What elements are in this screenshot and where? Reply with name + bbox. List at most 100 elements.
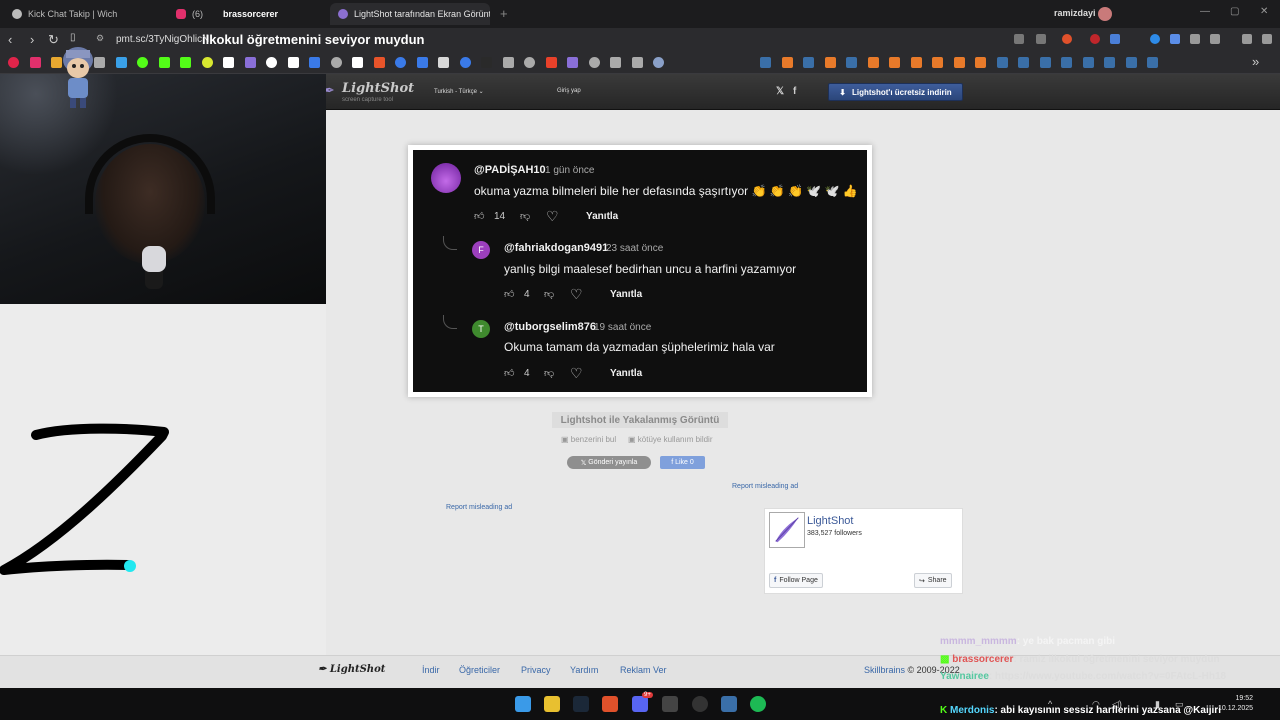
- bookmark-icon[interactable]: [1082, 57, 1094, 68]
- bookmark-icon[interactable]: [846, 57, 857, 68]
- avatar[interactable]: [1098, 7, 1112, 21]
- bookmark-icon[interactable]: [653, 57, 664, 68]
- more-bookmarks-icon[interactable]: »: [1252, 54, 1259, 69]
- bookmark-icon[interactable]: [373, 57, 385, 68]
- bookmark-icon[interactable]: [502, 57, 514, 68]
- bookmark-icon[interactable]: [867, 57, 879, 68]
- bookmark-icon[interactable]: [1018, 57, 1029, 68]
- discord-icon[interactable]: [632, 696, 648, 712]
- bookmark-icon[interactable]: [760, 57, 771, 68]
- spotify-icon[interactable]: [750, 696, 766, 712]
- report-ad-link[interactable]: Report misleading ad: [446, 504, 512, 511]
- back-icon[interactable]: ‹: [8, 32, 12, 47]
- app-icon[interactable]: [721, 696, 737, 712]
- bookmark-icon[interactable]: [953, 57, 965, 68]
- bookmark-icon[interactable]: [545, 57, 557, 68]
- extension-icon[interactable]: [1090, 34, 1100, 44]
- menu-icon[interactable]: [1262, 34, 1272, 44]
- bookmark-icon[interactable]: [309, 57, 320, 68]
- footer-link-help[interactable]: Yardım: [570, 665, 598, 675]
- bookmark-icon[interactable]: [459, 57, 471, 68]
- bookmark-icon[interactable]: [1061, 57, 1072, 68]
- bookmark-icon[interactable]: [996, 57, 1008, 68]
- extension-icon[interactable]: [1170, 34, 1180, 44]
- tweet-button[interactable]: 𝕏 Gönderi yayınla: [567, 456, 651, 469]
- file-explorer-icon[interactable]: [544, 696, 560, 712]
- language-select[interactable]: Turkish - Türkçe ⌄: [434, 88, 484, 95]
- bookmark-icon[interactable]: [1039, 57, 1051, 68]
- bookmark-icon[interactable]: [201, 57, 213, 68]
- bookmark-icon[interactable]: [481, 57, 492, 68]
- bookmark-icon[interactable]: [29, 57, 41, 68]
- new-tab-button[interactable]: +: [500, 6, 508, 21]
- footer-logo[interactable]: ✒ LightShot: [318, 664, 385, 675]
- extension-icon[interactable]: [1150, 34, 1160, 44]
- share-button[interactable]: ↪ Share: [914, 573, 952, 588]
- bookmark-icon[interactable]: [781, 57, 793, 68]
- bookmark-icon[interactable]: [223, 57, 234, 68]
- bookmark-icon[interactable]: [910, 57, 922, 68]
- follow-page-button[interactable]: f Follow Page: [769, 573, 823, 588]
- site-info-icon[interactable]: ⚙: [96, 33, 104, 44]
- like-button[interactable]: f Like 0: [660, 456, 705, 469]
- bookmark-icon[interactable]: [975, 57, 986, 68]
- bookmark-icon[interactable]: [395, 57, 406, 68]
- login-link[interactable]: Giriş yap: [557, 88, 581, 94]
- bookmark-icon[interactable]: [416, 57, 428, 68]
- bookmark-icon[interactable]: [438, 57, 449, 68]
- find-similar-link[interactable]: ▣ benzerini bul: [561, 435, 616, 444]
- facebook-icon[interactable]: f: [793, 86, 796, 97]
- bookmark-icon[interactable]: [266, 57, 277, 68]
- bookmark-icon[interactable]: [137, 57, 148, 68]
- taskbar-clock[interactable]: 19:52 10.12.2025: [1218, 694, 1253, 714]
- download-button[interactable]: ⬇ Lightshot'ı ücretsiz indirin: [828, 83, 963, 101]
- bookmark-icon[interactable]: [588, 57, 600, 68]
- bookmark-icon[interactable]: [158, 57, 170, 68]
- bookmark-icon[interactable]: [567, 57, 578, 68]
- bookmark-icon[interactable]: [631, 57, 643, 68]
- close-window-icon[interactable]: ✕: [1260, 6, 1268, 17]
- lightshot-logo[interactable]: LightShot: [342, 81, 414, 96]
- footer-brand[interactable]: Skillbrains: [864, 665, 905, 675]
- media-icon[interactable]: [1242, 34, 1252, 44]
- cast-icon[interactable]: [1014, 34, 1024, 44]
- bookmark-icon[interactable]: [1147, 57, 1158, 68]
- footer-link-privacy[interactable]: Privacy: [521, 665, 551, 675]
- bookmark-icon[interactable]: [8, 57, 19, 68]
- bookmark-icon[interactable]: [1125, 57, 1137, 68]
- bookmark-icon[interactable]: [352, 57, 363, 68]
- report-abuse-link[interactable]: ▣ kötüye kullanım bildir: [628, 435, 712, 444]
- bookmark-icon[interactable]: [244, 57, 256, 68]
- bookmark-icon[interactable]: [932, 57, 943, 68]
- bookmark-icon[interactable]: [610, 57, 621, 68]
- windows-start-icon[interactable]: [515, 696, 531, 712]
- maximize-icon[interactable]: ▢: [1230, 6, 1239, 17]
- bookmark-icon[interactable]: [1104, 57, 1115, 68]
- bookmark-icon[interactable]: [180, 57, 191, 68]
- brave-icon[interactable]: [602, 696, 618, 712]
- tab-instagram[interactable]: (6) brassorcerer: [168, 3, 328, 25]
- bookmark-icon[interactable]: [115, 57, 127, 68]
- bookmark-icon[interactable]: [330, 57, 342, 68]
- fb-page-name[interactable]: LightShot: [807, 515, 853, 527]
- tab-lightshot[interactable]: LightShot tarafından Ekran Görüntü ✕: [330, 3, 490, 25]
- footer-link-tutorials[interactable]: Öğreticiler: [459, 665, 500, 675]
- report-ad-link[interactable]: Report misleading ad: [732, 483, 798, 490]
- share-icon[interactable]: [1036, 34, 1046, 44]
- bookmark-icon[interactable]: [287, 57, 299, 68]
- tab-kick-chat[interactable]: Kick Chat Takip | Wich: [4, 3, 164, 25]
- brave-shield-icon[interactable]: [1062, 34, 1072, 44]
- lightshot-page-logo[interactable]: [769, 512, 805, 548]
- footer-link-download[interactable]: İndir: [422, 665, 440, 675]
- obs-icon[interactable]: [692, 696, 708, 712]
- bookmark-icon[interactable]: ▯: [70, 32, 76, 43]
- bookmark-icon[interactable]: [803, 57, 814, 68]
- app-icon[interactable]: [662, 696, 678, 712]
- footer-link-advertise[interactable]: Reklam Ver: [620, 665, 667, 675]
- extensions-puzzle-icon[interactable]: [1190, 34, 1200, 44]
- bookmark-icon[interactable]: [524, 57, 535, 68]
- bookmark-icon[interactable]: [889, 57, 900, 68]
- url-field[interactable]: pmt.sc/3TyNigOhlicN: [116, 34, 209, 45]
- forward-icon[interactable]: ›: [30, 32, 34, 47]
- minimize-icon[interactable]: —: [1200, 6, 1210, 17]
